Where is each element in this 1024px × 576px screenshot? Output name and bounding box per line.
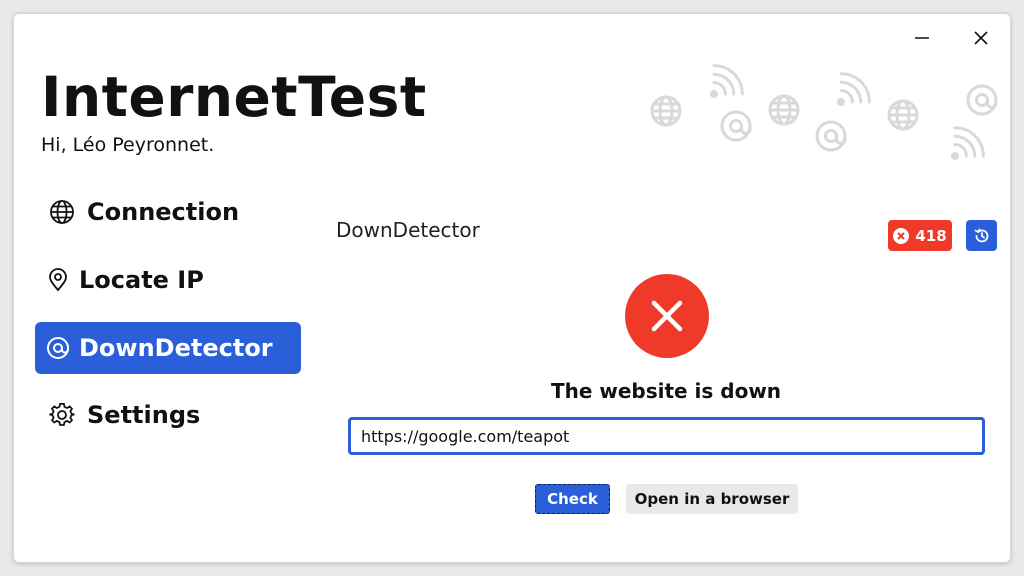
globe-decor-icon	[768, 94, 800, 126]
sidebar-item-downdetector[interactable]: DownDetector	[35, 322, 301, 374]
open-in-browser-button[interactable]: Open in a browser	[626, 484, 798, 514]
error-circle-icon	[893, 227, 910, 244]
map-pin-icon	[45, 268, 71, 292]
sidebar-item-locate-ip[interactable]: Locate IP	[35, 254, 301, 306]
globe-decor-icon	[650, 95, 682, 127]
sidebar-item-label: Locate IP	[79, 266, 204, 294]
section-title: DownDetector	[336, 218, 480, 242]
minimize-button[interactable]	[904, 24, 940, 52]
globe-decor-icon	[887, 99, 919, 131]
globe-icon	[45, 199, 79, 225]
status-message: The website is down	[550, 379, 782, 403]
greeting-text: Hi, Léo Peyronnet.	[41, 134, 215, 156]
decorative-network-icons	[650, 64, 998, 160]
status-code-badge: 418	[888, 220, 952, 251]
history-icon	[974, 228, 988, 242]
sidebar-item-connection[interactable]: Connection	[35, 186, 301, 238]
at-decor-icon	[815, 120, 847, 152]
close-icon	[974, 31, 988, 45]
at-decor-icon	[966, 84, 998, 116]
wifi-decor-icon	[837, 72, 871, 106]
sidebar-item-label: DownDetector	[79, 334, 273, 362]
sidebar-item-settings[interactable]: Settings	[35, 389, 301, 441]
history-button[interactable]	[966, 220, 997, 251]
app-title: InternetTest	[41, 65, 427, 129]
close-x-icon	[651, 300, 683, 332]
check-button[interactable]: Check	[535, 484, 610, 514]
wifi-decor-icon	[951, 126, 985, 160]
status-code-text: 418	[915, 226, 947, 245]
close-button[interactable]	[963, 24, 999, 52]
at-decor-icon	[720, 110, 752, 142]
sidebar-item-label: Settings	[87, 401, 201, 429]
at-icon	[45, 336, 71, 360]
wifi-decor-icon	[710, 64, 744, 98]
minimize-icon	[915, 37, 929, 39]
app-window: InternetTest Hi, Léo Peyronnet. Connecti…	[13, 13, 1011, 563]
gear-icon	[45, 402, 79, 428]
status-error-indicator	[625, 274, 709, 358]
sidebar-item-label: Connection	[87, 198, 240, 226]
url-input[interactable]	[348, 417, 985, 455]
